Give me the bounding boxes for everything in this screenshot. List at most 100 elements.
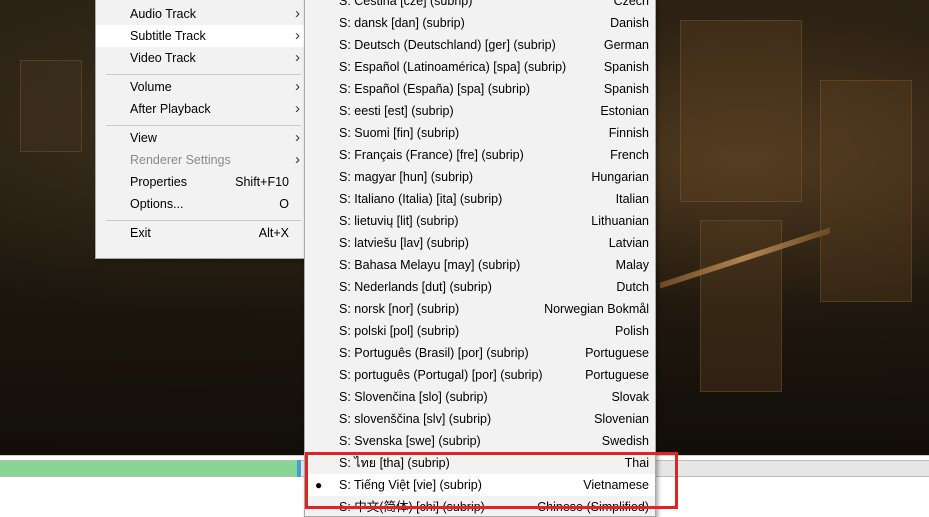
subtitle-track-language: Spanish [603,60,649,74]
subtitle-track-label: S: Italiano (Italia) [ita] (subrip) [339,192,503,206]
subtitle-track-label: S: latviešu [lav] (subrip) [339,236,469,250]
menu-item-audio-track[interactable]: Audio Track › [96,3,305,25]
menu-item-label: View [130,131,157,145]
menu-item-label: Exit [130,226,151,240]
subtitle-track-language: Swedish [601,434,649,448]
subtitle-track-label: S: Čeština [cze] (subrip) [339,0,473,8]
subtitle-track-item[interactable]: S: Español (Latinoamérica) [spa] (subrip… [305,56,655,78]
menu-item-label: Volume [130,80,172,94]
subtitle-track-language: Dutch [616,280,649,294]
subtitle-track-label: S: Español (Latinoamérica) [spa] (subrip… [339,60,567,74]
menu-item-volume[interactable]: Volume › [96,76,305,98]
menu-separator [106,125,301,126]
menu-item-shortcut: Alt+X [258,226,289,240]
subtitle-track-label: S: Suomi [fin] (subrip) [339,126,460,140]
subtitle-track-submenu: S: Čeština [cze] (subrip) Czech S: dansk [… [304,0,656,517]
subtitle-track-language: Slovenian [594,412,649,426]
subtitle-track-label: S: Português (Brasil) [por] (subrip) [339,346,529,360]
subtitle-track-item[interactable]: S: Nederlands [dut] (subrip) Dutch [305,276,655,298]
subtitle-track-language: Norwegian Bokmål [544,302,649,316]
subtitle-track-item[interactable]: S: slovenščina [slv] (subrip) Slovenian [305,408,655,430]
subtitle-track-item[interactable]: S: magyar [hun] (subrip) Hungarian [305,166,655,188]
highlight-annotation [305,452,678,509]
menu-item-exit[interactable]: Exit Alt+X [96,222,305,244]
subtitle-track-language: Finnish [608,126,649,140]
subtitle-track-label: S: Deutsch (Deutschland) [ger] (subrip) [339,38,556,52]
menu-item-video-track[interactable]: Video Track › [96,47,305,69]
subtitle-track-label: S: Nederlands [dut] (subrip) [339,280,492,294]
chevron-right-icon: › [295,78,300,95]
chevron-right-icon: › [295,27,300,44]
subtitle-track-item[interactable]: S: Español (España) [spa] (subrip) Spanis… [305,78,655,100]
subtitle-track-language: German [603,38,649,52]
subtitle-track-label: S: magyar [hun] (subrip) [339,170,474,184]
menu-separator [106,220,301,221]
subtitle-track-language: Spanish [603,82,649,96]
chevron-right-icon: › [295,129,300,146]
context-menu: Audio Track › Subtitle Track › Video Track › V… [95,0,306,259]
menu-item-shortcut: O [279,197,289,211]
subtitle-track-label: S: slovenščina [slv] (subrip) [339,412,492,426]
subtitle-track-item[interactable]: S: Italiano (Italia) [ita] (subrip) Itali… [305,188,655,210]
menu-item-after-playback[interactable]: After Playback › [96,98,305,120]
menu-item-label: Renderer Settings [130,153,231,167]
subtitle-track-label: S: português (Portugal) [por] (subrip) [339,368,543,382]
subtitle-track-label: S: lietuvių [lit] (subrip) [339,214,459,228]
subtitle-track-label: S: norsk [nor] (subrip) [339,302,460,316]
subtitle-track-language: Portuguese [585,346,649,360]
menu-item-label: After Playback [130,102,211,116]
subtitle-track-item[interactable]: S: Slovenčina [slo] (subrip) Slovak [305,386,655,408]
subtitle-track-language: Malay [615,258,649,272]
subtitle-track-item[interactable]: S: latviešu [lav] (subrip) Latvian [305,232,655,254]
chevron-right-icon: › [295,49,300,66]
subtitle-track-item[interactable]: S: Français (France) [fre] (subrip) Frenc… [305,144,655,166]
menu-item-properties[interactable]: Properties Shift+F10 [96,171,305,193]
subtitle-track-label: S: Français (France) [fre] (subrip) [339,148,524,162]
chevron-right-icon: › [295,151,300,168]
menu-separator [106,74,301,75]
seek-progress [0,461,297,476]
subtitle-track-language: Polish [614,324,649,338]
dark-object [20,60,82,152]
menu-item-subtitle-track[interactable]: Subtitle Track › [96,25,305,47]
subtitle-track-item[interactable]: S: eesti [est] (subrip) Estonian [305,100,655,122]
subtitle-track-label: S: Slovenčina [slo] (subrip) [339,390,488,404]
subtitle-track-label: S: polski [pol] (subrip) [339,324,460,338]
wood-panel [820,80,912,302]
subtitle-track-item[interactable]: S: polski [pol] (subrip) Polish [305,320,655,342]
subtitle-track-item[interactable]: S: Bahasa Melayu [may] (subrip) Malay [305,254,655,276]
seek-thumb[interactable] [297,460,301,477]
subtitle-track-language: Estonian [600,104,649,118]
subtitle-track-item[interactable]: S: lietuvių [lit] (subrip) Lithuanian [305,210,655,232]
subtitle-track-label: S: eesti [est] (subrip) [339,104,454,118]
subtitle-track-language: Latvian [608,236,649,250]
subtitle-track-language: Portuguese [585,368,649,382]
subtitle-track-item[interactable]: S: dansk [dan] (subrip) Danish [305,12,655,34]
menu-item-label: Video Track [130,51,196,65]
wood-panel [680,20,802,202]
subtitle-track-item[interactable]: S: Deutsch (Deutschland) [ger] (subrip) G… [305,34,655,56]
chevron-right-icon: › [295,5,300,22]
subtitle-track-item[interactable]: S: Português (Brasil) [por] (subrip) Port… [305,342,655,364]
menu-item-label: Options... [130,197,184,211]
subtitle-track-label: S: Español (España) [spa] (subrip) [339,82,531,96]
subtitle-track-language: Danish [610,16,649,30]
menu-item-label: Properties [130,175,187,189]
subtitle-track-language: French [610,148,649,162]
subtitle-track-language: Slovak [611,390,649,404]
subtitle-track-language: Hungarian [591,170,649,184]
subtitle-track-language: Italian [615,192,649,206]
subtitle-track-item[interactable]: S: Svenska [swe] (subrip) Swedish [305,430,655,452]
subtitle-track-item[interactable]: S: português (Portugal) [por] (subrip) Po… [305,364,655,386]
menu-item-view[interactable]: View › [96,127,305,149]
menu-item-options[interactable]: Options... O [96,193,305,215]
menu-item-renderer-settings[interactable]: Renderer Settings › [96,149,305,171]
subtitle-track-item[interactable]: S: norsk [nor] (subrip) Norwegian Bokmål [305,298,655,320]
subtitle-track-item[interactable]: S: Čeština [cze] (subrip) Czech [305,0,655,12]
menu-item-shortcut: Shift+F10 [235,175,289,189]
chevron-right-icon: › [295,100,300,117]
subtitle-track-language: Lithuanian [591,214,649,228]
subtitle-track-label: S: dansk [dan] (subrip) [339,16,465,30]
subtitle-track-label: S: Bahasa Melayu [may] (subrip) [339,258,521,272]
subtitle-track-item[interactable]: S: Suomi [fin] (subrip) Finnish [305,122,655,144]
